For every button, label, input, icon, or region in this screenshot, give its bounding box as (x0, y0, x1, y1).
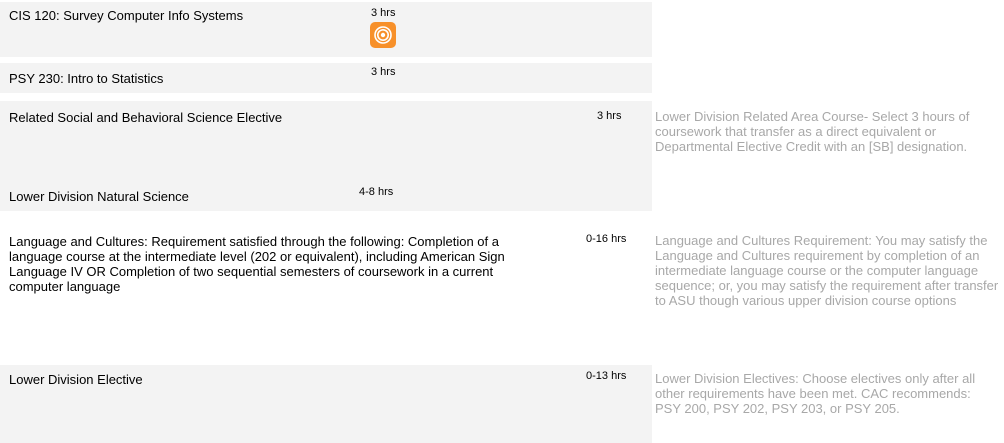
course-hours: 0-13 hrs (586, 370, 627, 382)
course-hours: 3 hrs (371, 7, 396, 19)
course-name: Lower Division Natural Science (9, 189, 189, 204)
course-note: Language and Cultures Requirement: You m… (655, 233, 999, 308)
course-hours: 3 hrs (371, 66, 396, 78)
course-hours: 3 hrs (597, 110, 622, 122)
course-name: CIS 120: Survey Computer Info Systems (9, 8, 244, 23)
course-note: Lower Division Electives: Choose electiv… (655, 371, 976, 416)
course-name: Related Social and Behavioral Science El… (9, 110, 283, 125)
rss-icon[interactable] (370, 22, 396, 48)
course-note: Lower Division Related Area Course- Sele… (655, 109, 970, 154)
course-name: Lower Division Elective (9, 372, 143, 387)
course-name: Language and Cultures: Requirement satis… (9, 234, 505, 294)
rss-icon-graphic (374, 26, 392, 44)
course-hours: 4-8 hrs (359, 186, 394, 198)
course-name: PSY 230: Intro to Statistics (9, 71, 164, 86)
course-hours: 0-16 hrs (586, 233, 627, 245)
